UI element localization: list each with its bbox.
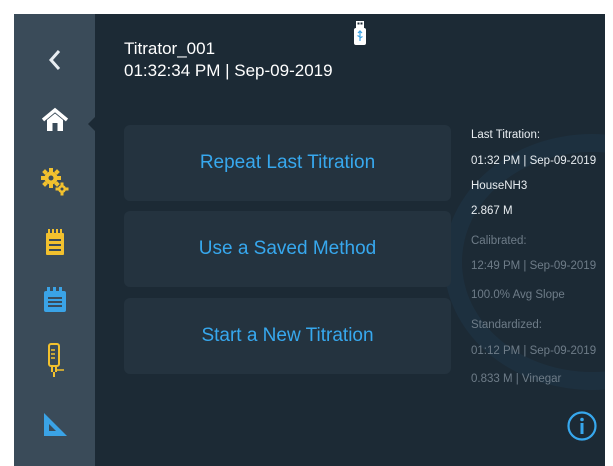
last-titration-time: 01:32 PM | Sep-09-2019 — [471, 155, 597, 167]
calibrated-label: Calibrated: — [471, 235, 527, 247]
standardized-label: Standardized: — [471, 319, 542, 331]
start-new-titration-button[interactable]: Start a New Titration — [124, 298, 451, 374]
sidebar — [14, 14, 95, 466]
device-name: Titrator_001 — [124, 39, 216, 58]
settings-gears-icon[interactable] — [14, 160, 95, 204]
active-item-pointer — [88, 116, 96, 132]
info-icon[interactable] — [566, 410, 598, 442]
methods-notepad-icon[interactable] — [14, 220, 95, 264]
last-titration-result: 2.867 M — [471, 205, 513, 217]
results-calendar-icon[interactable] — [14, 278, 95, 322]
header-datetime: 01:32:34 PM | Sep-09-2019 — [124, 61, 333, 80]
home-icon[interactable] — [14, 98, 95, 142]
last-titration-label: Last Titration: — [471, 129, 541, 141]
electrode-icon[interactable] — [14, 338, 95, 382]
usb-drive-icon — [354, 21, 366, 45]
standardized-value: 0.833 M | Vinegar — [471, 373, 562, 385]
calibrated-time: 12:49 PM | Sep-09-2019 — [471, 260, 597, 272]
repeat-last-titration-button[interactable]: Repeat Last Titration — [124, 125, 451, 201]
back-chevron-icon[interactable] — [14, 38, 95, 82]
titrator-screen: Titrator_001 01:32:34 PM | Sep-09-2019 R… — [14, 14, 605, 466]
last-titration-method: HouseNH3 — [471, 180, 528, 192]
ruler-triangle-icon[interactable] — [14, 402, 95, 446]
use-saved-method-button[interactable]: Use a Saved Method — [124, 211, 451, 287]
calibrated-slope: 100.0% Avg Slope — [471, 289, 565, 301]
standardized-time: 01:12 PM | Sep-09-2019 — [471, 345, 597, 357]
